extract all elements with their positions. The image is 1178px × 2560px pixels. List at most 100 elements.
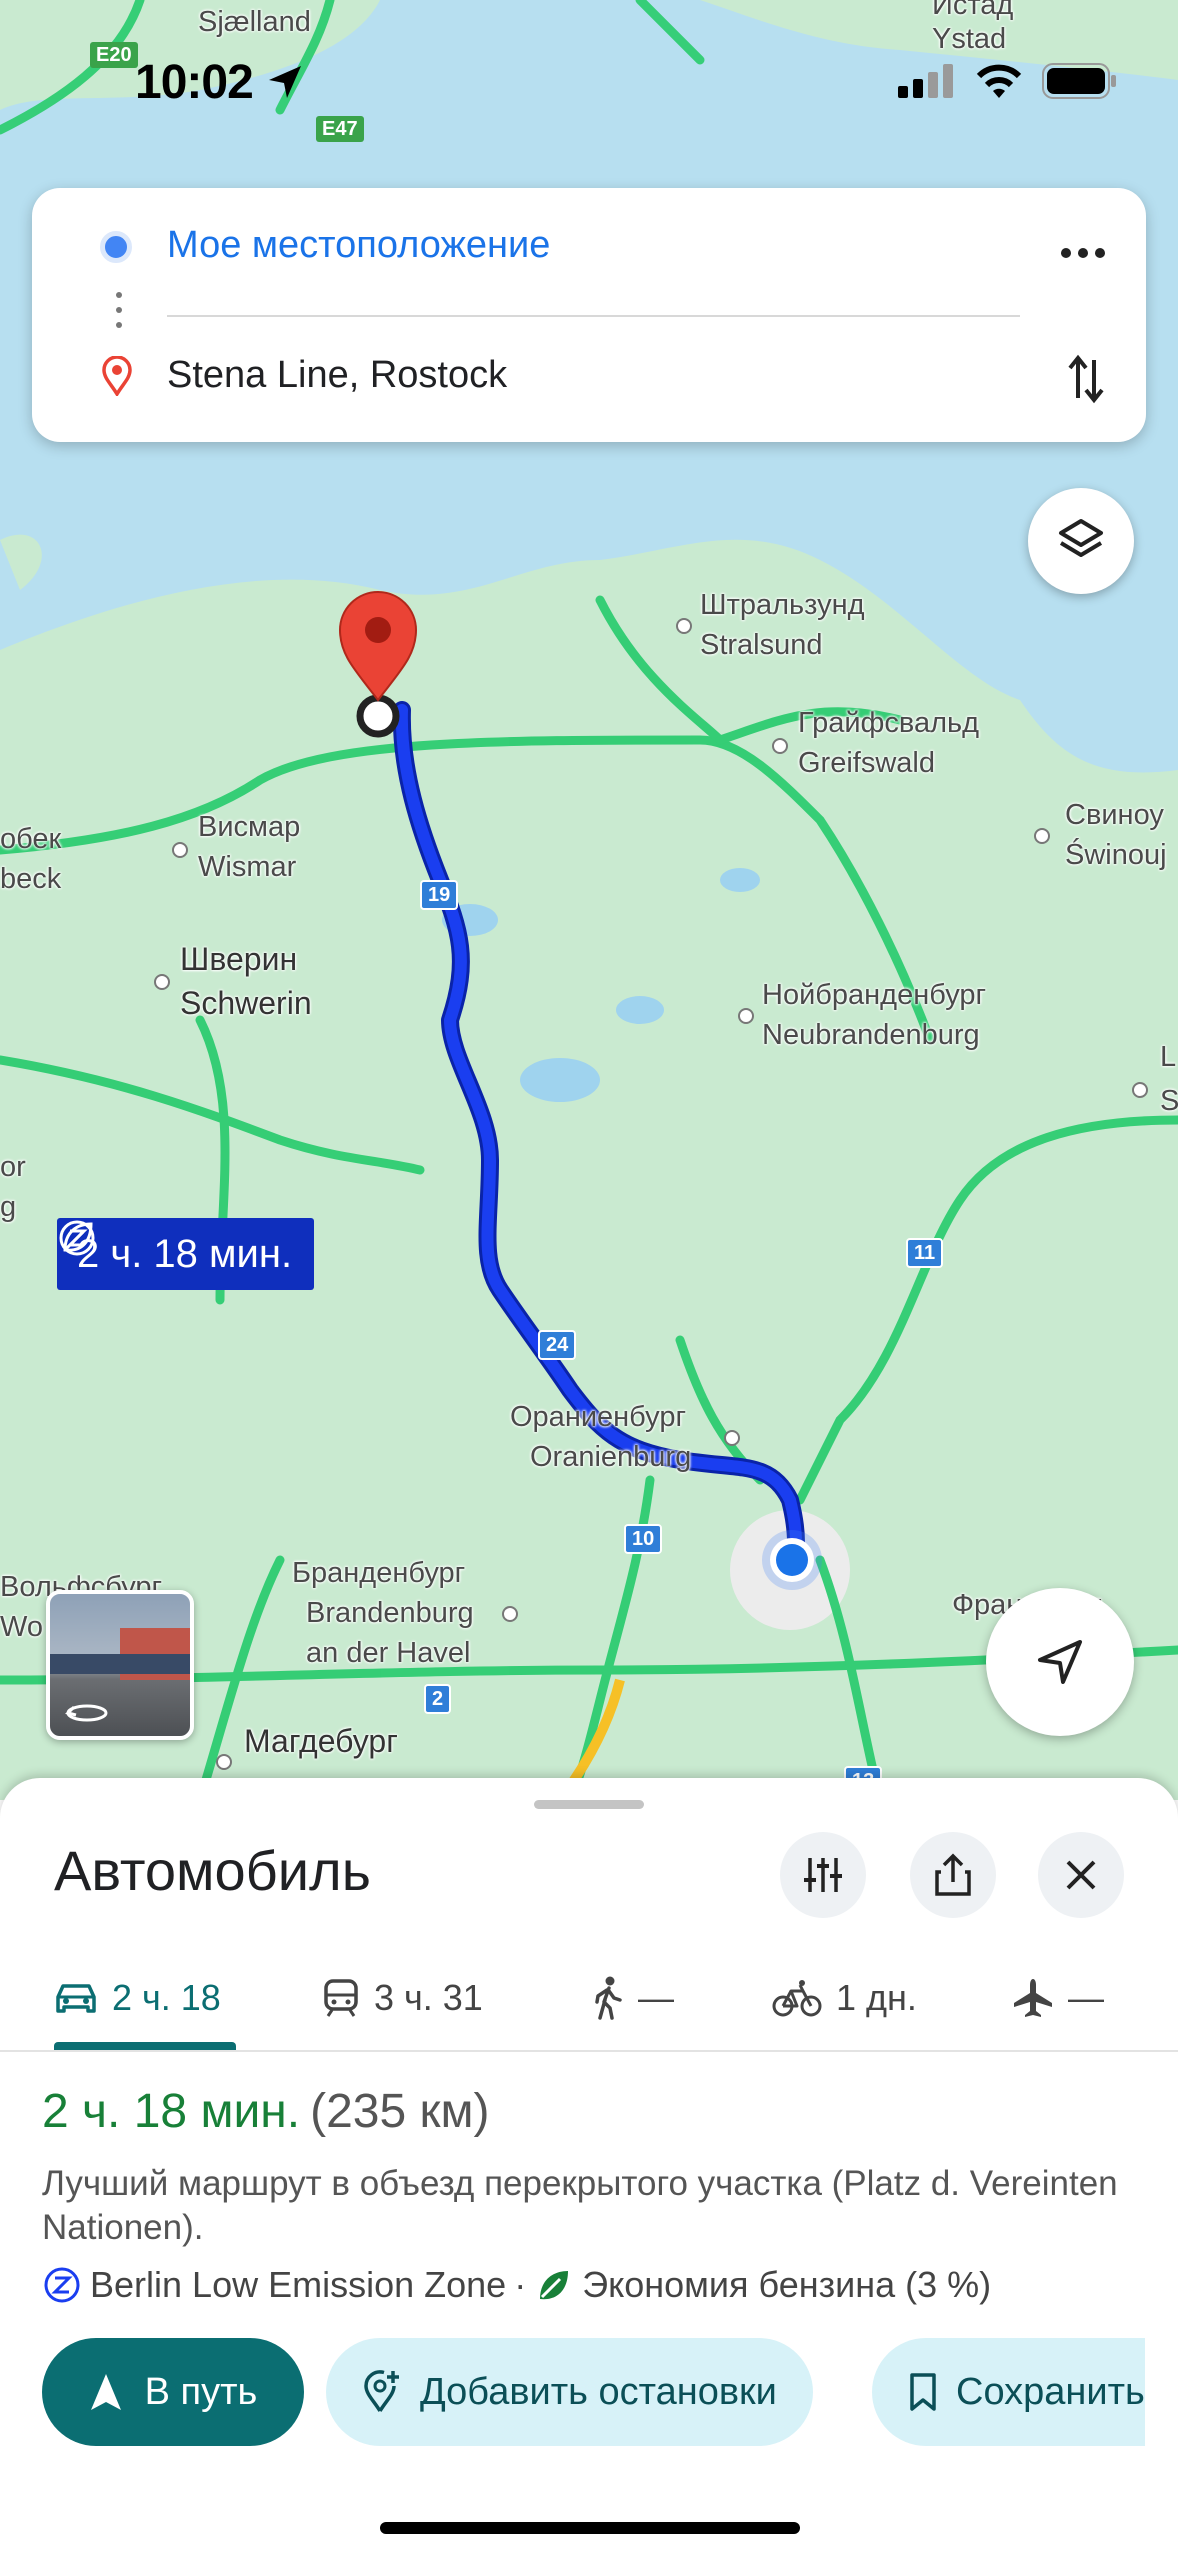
map-label: Истад — [932, 0, 1014, 21]
map-label: Свиноу — [1065, 799, 1164, 831]
map-label: Brandenburg — [306, 1597, 474, 1629]
tab-walking[interactable]: — — [592, 1948, 674, 2048]
road-shield: 2 — [424, 1684, 452, 1714]
map-label: an der Havel — [306, 1637, 471, 1669]
directions-search-card: Мое местоположение Stena Line, Rostock — [32, 188, 1146, 442]
low-emission-zone-icon — [44, 2267, 80, 2303]
map-label: Schwerin — [180, 985, 312, 1021]
city-dot — [676, 618, 692, 634]
save-route-button[interactable]: Сохранить — [872, 2338, 1145, 2446]
add-stops-label: Добавить остановки — [420, 2370, 777, 2413]
save-route-label: Сохранить — [956, 2370, 1145, 2413]
walk-icon — [595, 1976, 622, 2020]
city-dot — [724, 1430, 740, 1446]
origin-dot-icon — [100, 231, 132, 263]
more-horizontal-icon — [1061, 248, 1105, 258]
map-label: Нойбранденбург — [762, 979, 987, 1011]
plane-icon — [1014, 1979, 1052, 2017]
map-label: Шверин — [180, 941, 298, 977]
city-dot — [502, 1606, 518, 1622]
add-stops-button[interactable]: Добавить остановки — [326, 2338, 813, 2446]
city-dot — [154, 974, 170, 990]
tab-label: 3 ч. 31 — [374, 1977, 483, 2018]
share-button[interactable] — [910, 1832, 996, 1918]
map-label: S — [1160, 1085, 1178, 1117]
tab-cycling[interactable]: 1 дн. — [772, 1948, 917, 2048]
map-label: Штральзунд — [700, 589, 865, 621]
map-label: g — [0, 1191, 17, 1223]
navigation-start-icon — [90, 2374, 121, 2410]
road-shield: 19 — [420, 880, 459, 910]
close-icon — [1066, 1860, 1096, 1890]
route-duration-text: 2 ч. 18 мин. — [77, 1231, 293, 1276]
tab-label: — — [638, 1977, 674, 2018]
battery-icon — [1042, 63, 1116, 99]
start-navigation-label: В путь — [144, 2370, 258, 2413]
active-tab-indicator — [54, 2042, 236, 2050]
eco-leaf-icon — [540, 2271, 569, 2300]
city-dot — [738, 1008, 754, 1024]
wifi-icon — [976, 64, 1022, 98]
start-navigation-button[interactable]: В путь — [42, 2338, 304, 2446]
destination-field[interactable]: Stena Line, Rostock — [167, 354, 507, 397]
fuel-savings-text: Экономия бензина (3 %) — [582, 2264, 992, 2305]
city-dot — [1132, 1082, 1148, 1098]
map-label: Бранденбург — [292, 1557, 466, 1589]
map-layers-button[interactable] — [1028, 488, 1134, 594]
destination-pin-icon — [102, 355, 132, 401]
tab-transit[interactable]: 3 ч. 31 — [322, 1948, 483, 2048]
more-options-button[interactable] — [1060, 246, 1106, 265]
road-shield: E47 — [316, 116, 364, 142]
car-icon — [56, 1984, 96, 2013]
map-label: Wismar — [198, 851, 297, 883]
road-shield: 24 — [538, 1330, 577, 1360]
map-label: Oranienburg — [530, 1441, 692, 1473]
swap-directions-button[interactable] — [1066, 352, 1106, 411]
map-label: Висмар — [198, 811, 301, 843]
bike-icon — [772, 1980, 822, 2017]
tab-label: 1 дн. — [836, 1977, 917, 2018]
route-connector-dots — [116, 292, 122, 337]
tab-label: 2 ч. 18 — [112, 1977, 221, 2018]
map-label: Wo — [0, 1611, 43, 1643]
close-button[interactable] — [1038, 1832, 1124, 1918]
directions-bottom-sheet: Автомобиль 2 ч. 18 3 ч. 31 — 1 дн. — 2 ч… — [0, 1778, 1178, 2560]
route-options-button[interactable] — [780, 1832, 866, 1918]
sheet-drag-handle[interactable] — [534, 1800, 644, 1809]
origin-field[interactable]: Мое местоположение — [167, 224, 550, 267]
map-label: Neubrandenburg — [762, 1019, 980, 1051]
road-shield: E20 — [90, 42, 138, 68]
status-icons — [898, 62, 1118, 100]
route-duration: 2 ч. 18 мин. — [42, 2085, 301, 2138]
route-duration-label[interactable]: 2 ч. 18 мин. — [57, 1218, 315, 1290]
map-label: Ystad — [932, 23, 1007, 55]
sliders-icon — [804, 1858, 842, 1892]
location-arrow-icon — [269, 66, 302, 98]
tab-label: — — [1068, 1977, 1104, 2018]
home-indicator[interactable] — [380, 2522, 800, 2534]
add-location-icon — [364, 2370, 399, 2412]
tag-separator: · — [514, 2264, 527, 2305]
status-time-text: 10:02 — [135, 56, 254, 109]
route-description: Лучший маршрут в объезд перекрытого учас… — [42, 2164, 1118, 2247]
road-shield: 11 — [906, 1238, 944, 1268]
map-label: обек — [0, 823, 62, 855]
recenter-button[interactable] — [986, 1588, 1134, 1736]
map-label: L — [1160, 1041, 1177, 1073]
status-time: 10:02 — [135, 55, 305, 110]
tab-driving[interactable]: 2 ч. 18 — [54, 1948, 221, 2048]
rotate-360-icon — [65, 1704, 108, 1722]
city-dot — [216, 1754, 232, 1770]
route-summary[interactable]: 2 ч. 18 мин. (235 км) — [42, 2084, 489, 2139]
route-distance: (235 км) — [310, 2085, 490, 2138]
street-view-thumbnail[interactable] — [46, 1590, 194, 1740]
navigation-arrow-icon — [1038, 1640, 1082, 1684]
map-label: Sjælland — [198, 6, 311, 38]
bookmark-icon — [910, 2373, 936, 2411]
tab-flights[interactable]: — — [1012, 1948, 1104, 2048]
sheet-title: Автомобиль — [54, 1839, 371, 1902]
search-divider — [167, 315, 1020, 317]
travel-mode-tabs: 2 ч. 18 3 ч. 31 — 1 дн. — — [0, 1948, 1178, 2052]
map-label: Ораниенбург — [510, 1401, 687, 1433]
map-label: Świnouj — [1065, 839, 1167, 871]
